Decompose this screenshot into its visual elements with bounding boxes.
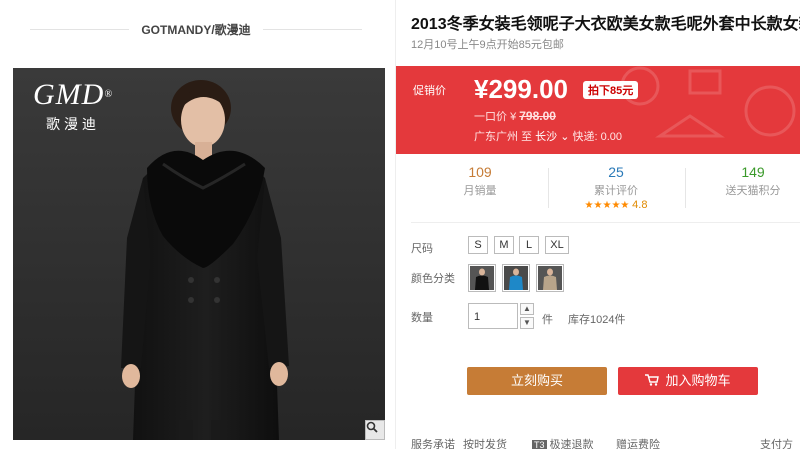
original-price-row: 一口价 ¥ 798.00 [474, 108, 556, 124]
gallery-panel: GOTMANDY/歌漫迪 GMD® 歌漫迪 [0, 0, 395, 449]
product-photo[interactable]: GMD® 歌漫迪 [13, 68, 385, 440]
stat-label: 送天猫积分 [725, 185, 781, 197]
brand-logo: GMD® 歌漫迪 [33, 78, 113, 134]
service-label: 极速退款 [549, 439, 594, 449]
stat-label: 月销量 [463, 185, 497, 197]
t3-icon: T3 [532, 440, 547, 449]
divider [262, 28, 362, 30]
logo-mark: GMD [33, 78, 105, 111]
ship-destination: 长沙 [535, 131, 558, 143]
stock-count: 库存1024件 [568, 314, 626, 326]
original-price: 798.00 [519, 109, 556, 123]
stat-reviews[interactable]: 25 累计评价 ★★★★★ 4.8 [549, 164, 683, 211]
add-to-cart-button[interactable]: 加入购物车 [618, 367, 758, 395]
stat-points: 149 送天猫积分 [686, 164, 800, 198]
size-option-s[interactable]: S [468, 236, 488, 254]
original-currency: ¥ [510, 111, 517, 123]
product-title: 2013冬季女装毛领呢子大衣欧美女款毛呢外套中长款女新 [411, 16, 800, 33]
rating-score: 4.8 [632, 199, 648, 211]
stepper-down-icon[interactable]: ▼ [520, 317, 534, 329]
product-subtitle: 12月10号上午9点开始85元包邮 [411, 39, 564, 51]
promo-price: ¥299.00 [474, 74, 568, 104]
shop-header: GOTMANDY/歌漫迪 [30, 14, 362, 44]
stepper-up-icon[interactable]: ▲ [520, 303, 534, 315]
stat-monthly-sales: 109 月销量 [413, 164, 547, 198]
payment-methods[interactable]: 支付方式 [760, 436, 800, 449]
zoom-icon[interactable] [365, 420, 385, 440]
shipping-row: 广东广州 至 长沙 ⌄ 快递: 0.00 [474, 128, 622, 144]
ship-to-word: 至 [521, 131, 533, 143]
promo-price-label: 促销价 [413, 85, 446, 97]
quantity-unit: 件 [542, 314, 553, 326]
quantity-input[interactable]: 1 [468, 303, 518, 329]
color-label: 颜色分类 [411, 273, 455, 285]
ship-from: 广东广州 [474, 131, 518, 143]
rating-stars-icon: ★★★★★ 4.8 [584, 199, 648, 211]
size-option-l[interactable]: L [519, 236, 539, 254]
divider [411, 222, 800, 223]
add-to-cart-label: 加入购物车 [665, 373, 731, 388]
service-fast-refund[interactable]: T3 极速退款 [532, 436, 594, 449]
size-label: 尺码 [411, 243, 433, 255]
service-on-time[interactable]: 按时发货 [463, 436, 507, 449]
size-option-m[interactable]: M [494, 236, 514, 254]
price-panel: 促销价 ¥299.00 拍下85元 一口价 ¥ 798.00 广东广州 至 长沙… [396, 66, 800, 154]
logo-subtitle: 歌漫迪 [45, 116, 100, 132]
quantity-label: 数量 [411, 312, 433, 324]
stat-label: 累计评价 [594, 185, 638, 197]
size-option-xl[interactable]: XL [545, 236, 569, 254]
shop-name[interactable]: GOTMANDY/歌漫迪 [129, 21, 262, 38]
decorative-pattern [620, 66, 796, 138]
original-price-label: 一口价 [474, 111, 507, 123]
discount-badge: 拍下85元 [583, 81, 639, 99]
color-swatch-khaki[interactable] [536, 264, 564, 292]
shipping-fee: 快递: 0.00 [572, 131, 622, 143]
chevron-down-icon: ⌄ [560, 131, 570, 143]
divider [30, 28, 130, 30]
watermark: QQ视界 [666, 400, 763, 430]
buy-now-button[interactable]: 立刻购买 [467, 367, 607, 395]
registered-icon: ® [104, 89, 113, 100]
stats-row: 109 月销量 25 累计评价 ★★★★★ 4.8 149 送天猫积分 [396, 160, 800, 218]
services-label: 服务承诺 [411, 439, 455, 449]
cart-icon [645, 368, 660, 396]
product-info-panel: 2013冬季女装毛领呢子大衣欧美女款毛呢外套中长款女新 12月10号上午9点开始… [396, 0, 800, 449]
stat-value: 25 [608, 164, 624, 180]
color-swatch-blue[interactable] [502, 264, 530, 292]
color-swatch-black[interactable] [468, 264, 496, 292]
stat-value: 109 [468, 164, 492, 180]
ship-destination-select[interactable]: 长沙 ⌄ [535, 131, 569, 143]
service-shipping-insurance[interactable]: 赠运费险 [616, 436, 660, 449]
stat-value: 149 [741, 164, 765, 180]
